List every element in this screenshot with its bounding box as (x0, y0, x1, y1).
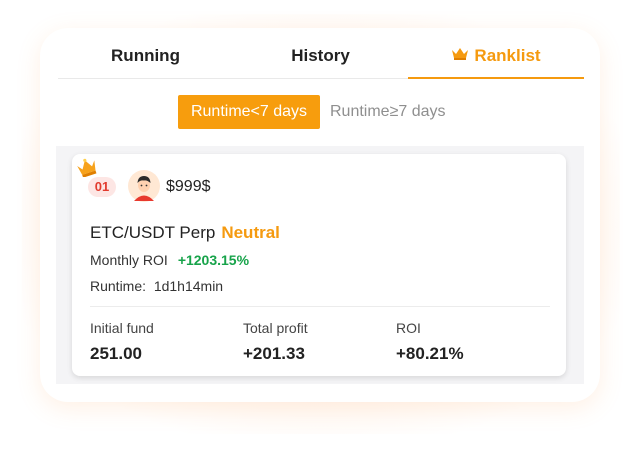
total-profit-value: +201.33 (243, 344, 305, 363)
monthly-roi: Monthly ROI +1203.15% (90, 252, 249, 268)
period-over-7-days-button[interactable]: Runtime≥7 days (330, 95, 446, 129)
runtime-label: Runtime: (90, 278, 147, 294)
tab-running-label: Running (111, 46, 180, 65)
total-profit-label: Total profit (243, 320, 308, 336)
tab-running[interactable]: Running (58, 36, 233, 78)
avatar (128, 170, 160, 207)
runtime: Runtime: 1d1h14min (90, 278, 223, 294)
crown-icon (451, 35, 469, 75)
tab-history[interactable]: History (233, 36, 408, 78)
tab-bar: Running History Ranklist (58, 36, 584, 79)
tab-ranklist[interactable]: Ranklist (408, 35, 584, 79)
tab-ranklist-label: Ranklist (474, 46, 541, 65)
initial-fund-label: Initial fund (90, 320, 154, 336)
card-divider (90, 306, 550, 307)
roi-value: +80.21% (396, 344, 464, 363)
period-under-7-days-button[interactable]: Runtime<7 days (178, 95, 320, 129)
runtime-value: 1d1h14min (153, 278, 224, 294)
username: $999$ (166, 178, 211, 195)
period-over-7-days-label: Runtime≥7 days (330, 103, 446, 120)
monthly-roi-label: Monthly ROI (90, 252, 168, 268)
trading-pair: ETC/USDT Perp Neutral (90, 223, 280, 243)
initial-fund-value: 251.00 (90, 344, 142, 363)
period-under-7-days-label: Runtime<7 days (190, 103, 308, 120)
rank-badge: 01 (88, 177, 116, 197)
pair-name: ETC/USDT Perp (90, 223, 216, 242)
monthly-roi-value: +1203.15% (177, 252, 250, 268)
roi-label: ROI (396, 320, 421, 336)
tab-history-label: History (291, 46, 350, 65)
strategy-mode: Neutral (221, 223, 280, 242)
